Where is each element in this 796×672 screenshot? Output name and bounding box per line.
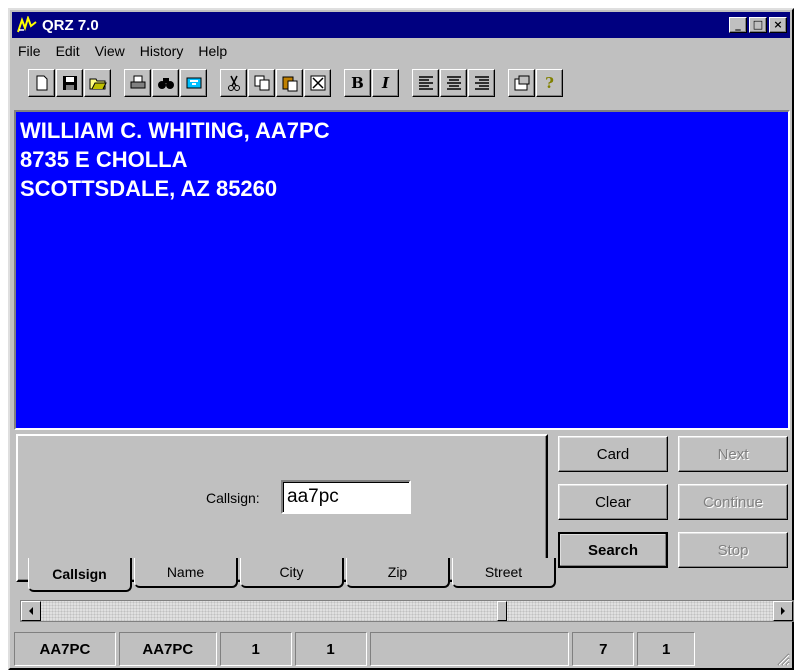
save-icon[interactable] <box>56 69 83 97</box>
status-field-2: 1 <box>294 632 367 666</box>
menu-help[interactable]: Help <box>192 43 236 59</box>
resize-grip-icon[interactable] <box>774 650 790 666</box>
tab-street[interactable]: Street <box>452 558 556 588</box>
binoculars-icon[interactable] <box>152 69 179 97</box>
bold-icon[interactable]: B <box>344 69 371 97</box>
italic-icon[interactable]: I <box>372 69 399 97</box>
new-file-icon[interactable] <box>28 69 55 97</box>
menu-bar: File Edit View History Help <box>12 40 790 62</box>
status-callsign: AA7PC <box>14 632 116 666</box>
qrz-app-icon <box>16 16 38 34</box>
scroll-left-arrow-icon[interactable] <box>21 601 41 621</box>
menu-history[interactable]: History <box>134 43 193 59</box>
clear-button[interactable]: Clear <box>558 484 668 520</box>
stop-button[interactable]: Stop <box>678 532 788 568</box>
delete-icon[interactable] <box>304 69 331 97</box>
minimize-button[interactable]: _ <box>729 17 747 33</box>
menu-edit[interactable]: Edit <box>50 43 89 59</box>
search-tabs: Callsign Name City Zip Street <box>28 558 558 592</box>
status-field-empty <box>369 632 570 666</box>
menu-file[interactable]: File <box>12 43 50 59</box>
align-right-icon[interactable] <box>468 69 495 97</box>
align-center-icon[interactable] <box>440 69 467 97</box>
callsign-label: Callsign: <box>206 490 260 506</box>
tab-callsign[interactable]: Callsign <box>28 558 132 592</box>
display-line-name: WILLIAM C. WHITING, AA7PC <box>20 118 330 143</box>
status-grip-area <box>698 632 792 666</box>
filter-icon[interactable] <box>180 69 207 97</box>
window-title: QRZ 7.0 <box>42 16 99 34</box>
status-callsign-2: AA7PC <box>118 632 217 666</box>
tab-zip[interactable]: Zip <box>346 558 450 588</box>
scroll-right-arrow-icon[interactable] <box>773 601 793 621</box>
toolbar: B I ? <box>12 66 790 100</box>
maximize-button[interactable]: □ <box>749 17 767 33</box>
display-line-city: SCOTTSDALE, AZ 85260 <box>20 176 278 201</box>
print-icon[interactable] <box>124 69 151 97</box>
status-bar: AA7PC AA7PC 1 1 7 1 <box>14 632 792 668</box>
help-icon[interactable]: ? <box>536 69 563 97</box>
properties-icon[interactable] <box>508 69 535 97</box>
callsign-info-display: WILLIAM C. WHITING, AA7PC 8735 E CHOLLA … <box>14 110 790 430</box>
align-left-icon[interactable] <box>412 69 439 97</box>
search-button[interactable]: Search <box>558 532 668 568</box>
scroll-thumb[interactable] <box>497 601 507 621</box>
horizontal-scrollbar[interactable] <box>20 600 794 622</box>
open-folder-icon[interactable] <box>84 69 111 97</box>
next-button[interactable]: Next <box>678 436 788 472</box>
continue-button[interactable]: Continue <box>678 484 788 520</box>
callsign-input[interactable] <box>281 480 411 514</box>
app-window: QRZ 7.0 _ □ × File Edit View History Hel… <box>8 8 794 670</box>
cut-icon[interactable] <box>220 69 247 97</box>
status-field-3: 7 <box>572 632 635 666</box>
tab-city[interactable]: City <box>240 558 344 588</box>
status-field-4: 1 <box>637 632 696 666</box>
copy-icon[interactable] <box>248 69 275 97</box>
paste-icon[interactable] <box>276 69 303 97</box>
display-line-street: 8735 E CHOLLA <box>20 147 188 172</box>
tab-name[interactable]: Name <box>134 558 238 588</box>
title-bar[interactable]: QRZ 7.0 _ □ × <box>12 12 790 38</box>
menu-view[interactable]: View <box>89 43 134 59</box>
status-field-1: 1 <box>219 632 292 666</box>
card-button[interactable]: Card <box>558 436 668 472</box>
close-button[interactable]: × <box>769 17 787 33</box>
